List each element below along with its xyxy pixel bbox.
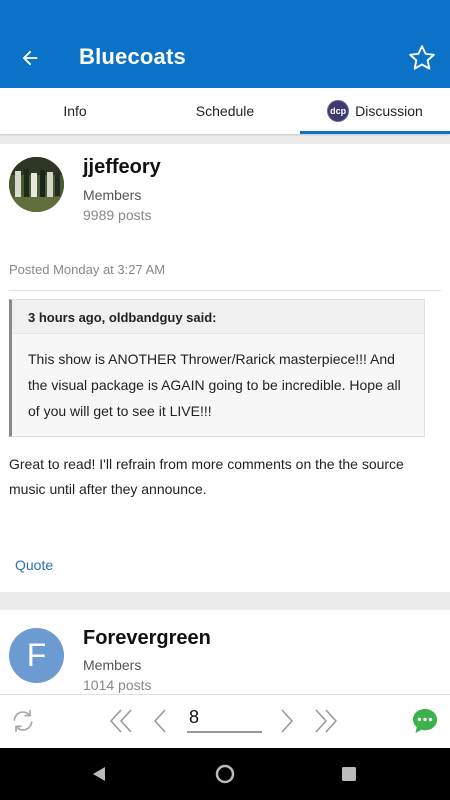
post-user-count: 9989 posts: [83, 207, 152, 223]
page-title: Bluecoats: [79, 44, 186, 69]
tab-schedule[interactable]: Schedule: [150, 88, 300, 134]
chevron-right-icon: [281, 709, 293, 733]
pagination-bar: [0, 694, 450, 748]
last-page-button[interactable]: [311, 705, 343, 737]
nav-home-button[interactable]: [213, 762, 237, 786]
square-recents-icon: [342, 767, 356, 781]
reply-button[interactable]: [409, 705, 441, 737]
post-username[interactable]: Forevergreen: [83, 627, 211, 650]
post-username[interactable]: jjeffeory: [83, 156, 161, 179]
quote-header[interactable]: 3 hours ago, oldbandguy said:: [12, 300, 424, 334]
system-nav-bar: [0, 748, 450, 800]
tab-discussion-label: Discussion: [355, 103, 423, 119]
post-user-role: Members: [83, 187, 142, 203]
chevron-left-icon: [154, 709, 166, 733]
refresh-button[interactable]: [7, 705, 39, 737]
post-user-role: Members: [83, 657, 142, 673]
tab-bar: Info Schedule dcp Discussion: [0, 88, 450, 134]
divider: [9, 290, 441, 291]
back-button[interactable]: [12, 40, 48, 76]
post-timestamp: Posted Monday at 3:27 AM: [9, 262, 166, 277]
circle-home-icon: [215, 764, 235, 784]
tab-info-label: Info: [63, 103, 87, 119]
tab-info[interactable]: Info: [0, 88, 150, 134]
chat-bubble-icon: [413, 709, 437, 733]
avatar[interactable]: F: [9, 628, 64, 683]
quote-button[interactable]: Quote: [15, 557, 53, 573]
first-page-button[interactable]: [104, 705, 136, 737]
favorite-button[interactable]: [404, 40, 440, 76]
tab-discussion[interactable]: dcp Discussion: [300, 88, 450, 134]
double-chevron-right-icon: [315, 709, 337, 733]
double-chevron-left-icon: [110, 709, 132, 733]
quote-body: This show is ANOTHER Thrower/Rarick mast…: [28, 351, 401, 419]
post-card: F Forevergreen Members 1014 posts: [0, 610, 450, 695]
nav-recents-button[interactable]: [337, 762, 361, 786]
post-card: jjeffeory Members 9989 posts Posted Mond…: [0, 144, 450, 592]
prev-page-button[interactable]: [144, 705, 176, 737]
refresh-icon: [13, 709, 33, 733]
quote-block: 3 hours ago, oldbandguy said: This show …: [9, 299, 425, 437]
page-number-input[interactable]: [187, 703, 262, 733]
triangle-back-icon: [93, 767, 105, 781]
nav-back-button[interactable]: [87, 762, 111, 786]
app-root: Bluecoats Info Schedule dcp Discussion j…: [0, 0, 450, 800]
arrow-left-icon: [22, 50, 38, 66]
tab-schedule-label: Schedule: [195, 103, 255, 119]
avatar[interactable]: [9, 157, 64, 212]
app-header: Bluecoats: [0, 0, 450, 88]
dcp-logo-icon: dcp: [327, 100, 350, 122]
post-user-count: 1014 posts: [83, 677, 152, 693]
post-body: Great to read! I'll refrain from more co…: [9, 456, 404, 497]
avatar-photo-icon: [9, 157, 64, 212]
star-icon: [409, 45, 435, 70]
next-page-button[interactable]: [271, 705, 303, 737]
